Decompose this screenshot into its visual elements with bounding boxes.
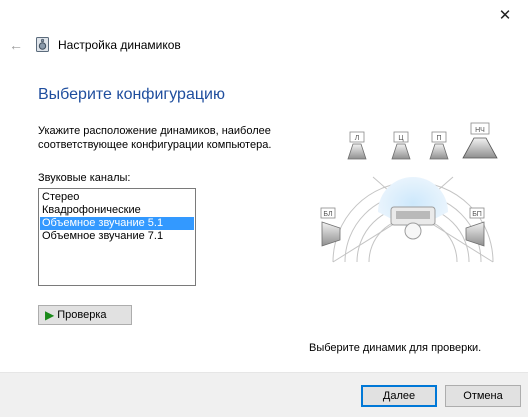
page-heading: Выберите конфигурацию: [38, 86, 225, 103]
channel-option-quadro[interactable]: Квадрофонические: [40, 204, 194, 217]
speaker-front-right[interactable]: П: [429, 131, 449, 160]
svg-text:П: П: [436, 135, 441, 142]
speaker-subwoofer[interactable]: НЧ: [462, 122, 498, 159]
svg-text:БП: БП: [472, 211, 482, 218]
window-title: Настройка динамиков: [58, 38, 181, 52]
next-button[interactable]: Далее: [361, 385, 437, 407]
speaker-rear-left[interactable]: БЛ: [320, 207, 341, 247]
back-button[interactable]: ←: [6, 35, 26, 55]
svg-text:БЛ: БЛ: [323, 211, 333, 218]
svg-text:Л: Л: [355, 135, 360, 142]
speaker-diagram: Л Ц П НЧ БЛ БП: [320, 122, 498, 263]
channel-option-5-1[interactable]: Объемное звучание 5.1: [40, 217, 194, 230]
close-icon: ✕: [498, 7, 512, 24]
channels-label: Звуковые каналы:: [38, 172, 131, 184]
svg-text:НЧ: НЧ: [475, 127, 485, 134]
page-description: Укажите расположение динамиков, наиболее…: [38, 125, 272, 151]
channel-option-stereo[interactable]: Стерео: [40, 191, 194, 204]
svg-text:Ц: Ц: [398, 135, 404, 142]
back-arrow-icon: ←: [9, 37, 23, 53]
listener-icon: [390, 206, 436, 240]
play-icon: ▶: [45, 308, 55, 322]
speaker-rear-right[interactable]: БП: [465, 207, 485, 247]
channel-option-7-1[interactable]: Объемное звучание 7.1: [40, 230, 194, 243]
speaker-front-left[interactable]: Л: [347, 131, 367, 160]
test-button-label: Проверка: [57, 309, 107, 321]
cancel-button[interactable]: Отмена: [445, 385, 521, 407]
test-button[interactable]: ▶ Проверка: [38, 305, 132, 325]
channels-listbox[interactable]: Стерео Квадрофонические Объемное звучани…: [38, 188, 196, 286]
close-button[interactable]: ✕: [482, 0, 528, 30]
speaker-center[interactable]: Ц: [391, 131, 411, 160]
speaker-setup-icon: [36, 37, 49, 52]
test-hint: Выберите динамик для проверки.: [309, 342, 482, 354]
